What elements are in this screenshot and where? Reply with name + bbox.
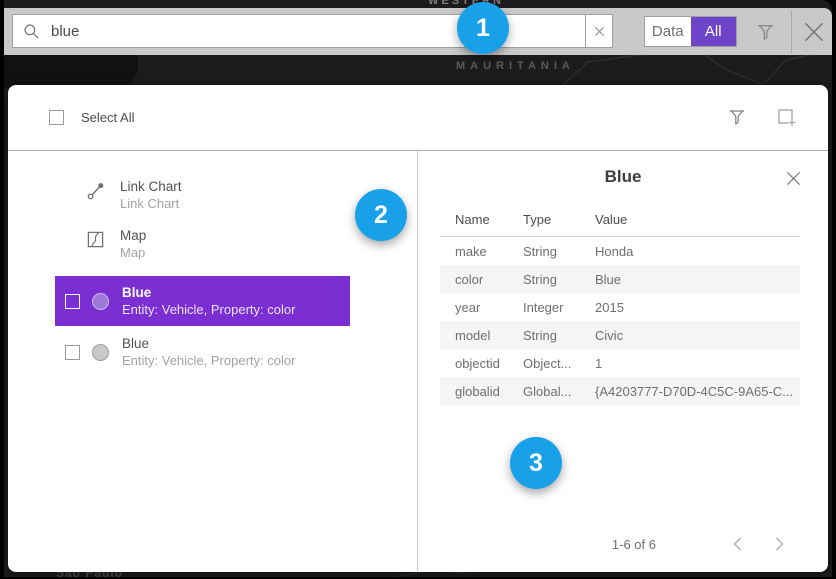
column-header: Name (440, 212, 508, 237)
table-header-row: Name Type Value (440, 212, 800, 237)
search-icon (23, 23, 40, 40)
details-title: Blue (418, 151, 828, 187)
search-filter-button[interactable] (751, 18, 779, 46)
list-item-blue-selected[interactable]: Blue Entity: Vehicle, Property: color (55, 276, 350, 326)
next-page-button[interactable] (770, 535, 788, 553)
attributes-table: Name Type Value make String Honda color (440, 212, 800, 405)
table-row: year Integer 2015 (440, 293, 800, 321)
panel-body: Link Chart Link Chart Map Map (8, 151, 828, 571)
item-title: Blue (122, 335, 295, 352)
map-label-mauritania: MAURITANIA (456, 60, 575, 72)
item-subtitle: Link Chart (120, 195, 182, 212)
details-panel: Blue Name Type Value (417, 151, 828, 571)
item-subtitle: Map (120, 244, 146, 261)
filter-funnel-icon (755, 22, 776, 43)
chevron-right-icon (774, 536, 785, 552)
search-bar: blue Data All (4, 8, 832, 55)
callout-badge-1: 1 (457, 2, 509, 54)
select-all-label: Select All (81, 110, 134, 125)
search-results-panel: Select All (8, 85, 828, 572)
search-query-text: blue (51, 23, 79, 40)
scope-option-all[interactable]: All (691, 17, 737, 46)
previous-page-button[interactable] (728, 535, 746, 553)
panel-header: Select All (8, 85, 828, 150)
add-to-selection-button[interactable] (776, 107, 798, 129)
close-details-button[interactable] (783, 168, 803, 188)
close-icon (801, 19, 827, 45)
item-title: Link Chart (120, 178, 182, 195)
list-item-blue[interactable]: Blue Entity: Vehicle, Property: color (55, 327, 350, 377)
toolbar-divider (791, 10, 792, 53)
table-row: model String Civic (440, 321, 800, 349)
close-search-button[interactable] (798, 16, 830, 48)
entity-circle-icon (92, 344, 109, 361)
table-row: globalid Global... {A4203777-D70D-4C5C-9… (440, 377, 800, 405)
map-icon (86, 230, 106, 250)
table-row: make String Honda (440, 237, 800, 266)
app-window: WESTERN MAURITANIA São Paulo blue Data A… (0, 0, 836, 579)
item-subtitle: Entity: Vehicle, Property: color (122, 301, 295, 318)
pagination: 1-6 of 6 (612, 535, 788, 553)
link-chart-icon (86, 181, 106, 201)
search-scope-toggle: Data All (644, 16, 737, 47)
clear-search-button[interactable] (585, 14, 613, 48)
callout-badge-3: 3 (510, 437, 562, 489)
scope-option-data[interactable]: Data (645, 17, 691, 46)
item-subtitle: Entity: Vehicle, Property: color (122, 352, 295, 369)
filter-funnel-icon (727, 108, 747, 128)
close-icon (785, 170, 802, 187)
results-filter-button[interactable] (726, 107, 748, 129)
add-item-icon (777, 108, 798, 129)
item-checkbox[interactable] (65, 294, 80, 309)
chevron-left-icon (732, 536, 743, 552)
column-header: Type (508, 212, 580, 237)
list-item-map[interactable]: Map Map (8, 227, 417, 261)
item-title: Map (120, 227, 146, 244)
table-row: objectid Object... 1 (440, 349, 800, 377)
callout-badge-2: 2 (355, 189, 407, 241)
column-header: Value (580, 212, 800, 237)
pagination-label: 1-6 of 6 (612, 537, 656, 552)
entity-circle-icon (92, 293, 109, 310)
table-row: color String Blue (440, 265, 800, 293)
select-all-checkbox[interactable] (49, 110, 64, 125)
clear-icon (594, 26, 605, 37)
item-title: Blue (122, 284, 295, 301)
item-checkbox[interactable] (65, 345, 80, 360)
